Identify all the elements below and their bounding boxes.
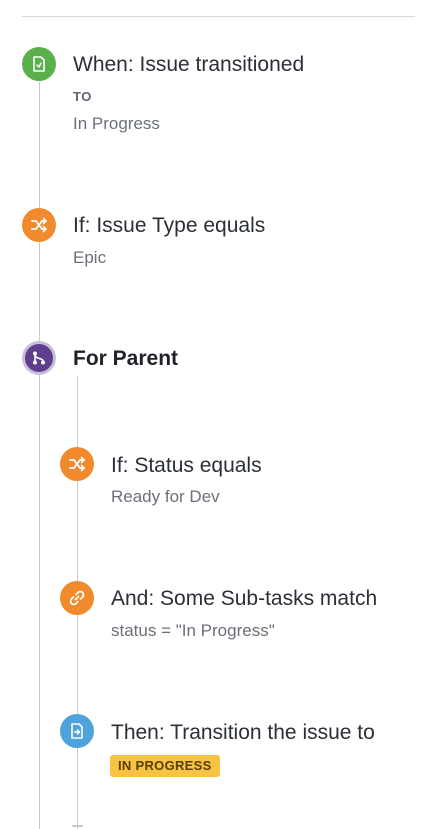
branch-icon[interactable] (22, 341, 56, 375)
condition-issue-type-value: Epic (73, 248, 107, 267)
condition-issue-type-title[interactable]: If: Issue Type equals (73, 214, 265, 238)
main-connector-line (39, 82, 40, 829)
shuffle-icon[interactable] (60, 447, 94, 481)
status-condition-value: Ready for Dev (111, 487, 220, 506)
status-lozenge: IN PROGRESS (110, 755, 220, 777)
trigger-to-label: TO (73, 89, 92, 104)
add-component-stub (72, 825, 83, 827)
trigger-title[interactable]: When: Issue transitioned (73, 53, 304, 77)
subtasks-condition-value: status = "In Progress" (111, 621, 275, 640)
trigger-icon[interactable] (22, 47, 56, 81)
subtasks-condition-title[interactable]: And: Some Sub-tasks match (111, 587, 377, 611)
shuffle-icon[interactable] (22, 208, 56, 242)
branch-title[interactable]: For Parent (73, 347, 178, 371)
link-icon[interactable] (60, 581, 94, 615)
trigger-to-value: In Progress (73, 114, 160, 133)
transition-icon[interactable] (60, 714, 94, 748)
status-condition-title[interactable]: If: Status equals (111, 454, 262, 478)
transition-action-title[interactable]: Then: Transition the issue to (111, 721, 375, 745)
top-divider (22, 16, 415, 17)
